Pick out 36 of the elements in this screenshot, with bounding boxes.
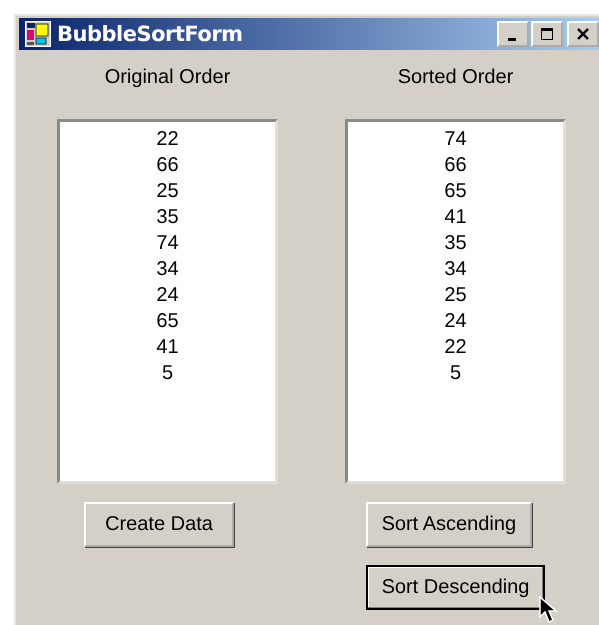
action-button[interactable]: Sort Descending [366, 565, 546, 610]
list-item[interactable]: 41 [444, 204, 467, 230]
list-label: Original Order [104, 66, 230, 90]
minimize-icon [508, 38, 516, 40]
list-item[interactable]: 35 [444, 230, 467, 256]
list-box[interactable]: 74 66 65 41 35 34 25 24 22 5 [345, 119, 566, 484]
action-button[interactable]: Sort Ascending [366, 502, 532, 547]
close-button[interactable] [567, 21, 599, 47]
list-item[interactable]: 74 [156, 230, 179, 256]
list-item[interactable]: 24 [444, 308, 467, 334]
list-item[interactable]: 34 [156, 256, 179, 282]
list-item[interactable]: 65 [156, 308, 179, 334]
list-item[interactable]: 24 [156, 282, 179, 308]
list-label: Sorted Order [398, 66, 514, 90]
maximize-icon [540, 27, 554, 41]
minimize-button[interactable] [497, 21, 529, 47]
list-item[interactable]: 22 [444, 334, 467, 360]
action-button[interactable]: Create Data [84, 502, 234, 547]
list-item[interactable]: 74 [444, 126, 467, 152]
list-item[interactable]: 41 [156, 334, 179, 360]
list-item[interactable]: 66 [156, 152, 179, 178]
close-icon [576, 27, 590, 41]
maximize-button[interactable] [531, 21, 563, 47]
list-item[interactable]: 35 [156, 204, 179, 230]
list-item[interactable]: 22 [156, 126, 179, 152]
list-item[interactable]: 5 [162, 360, 174, 386]
window-title: BubbleSortForm [57, 22, 243, 46]
list-item[interactable]: 25 [444, 282, 467, 308]
list-box[interactable]: 22 66 25 35 74 34 24 65 41 5 [57, 119, 278, 484]
list-item[interactable]: 25 [156, 178, 179, 204]
list-item[interactable]: 5 [450, 360, 462, 386]
list-item[interactable]: 66 [444, 152, 467, 178]
pointer-cursor-icon [539, 596, 560, 624]
list-item[interactable]: 65 [444, 178, 467, 204]
app-icon [25, 21, 51, 47]
list-item[interactable]: 34 [444, 256, 467, 282]
